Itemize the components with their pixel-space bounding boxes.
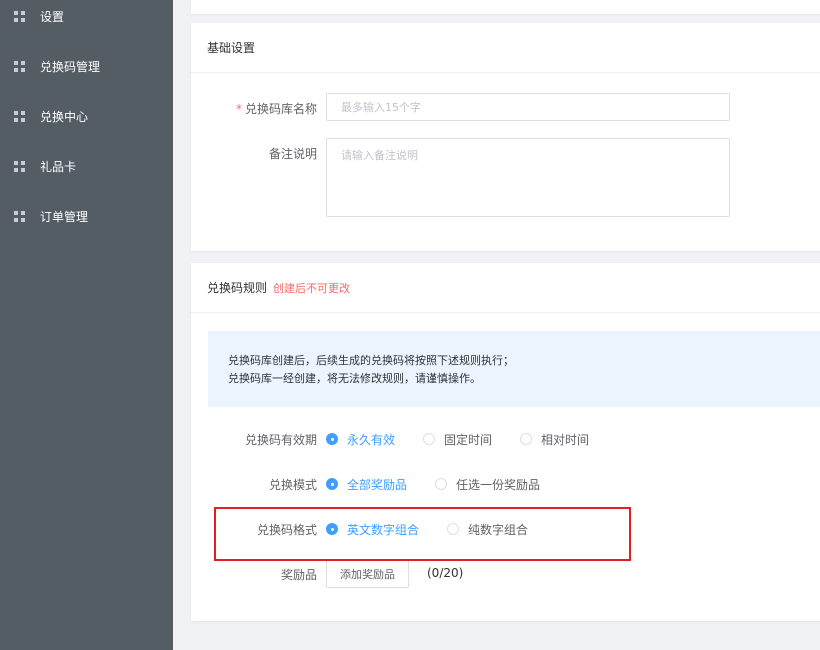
sidebar-item-redeem-center[interactable]: 兑换中心: [0, 96, 173, 136]
section-title: 基础设置: [191, 23, 820, 73]
add-reward-button[interactable]: 添加奖励品: [326, 560, 409, 588]
name-input[interactable]: 最多输入15个字: [326, 93, 730, 121]
grid-icon: [14, 110, 25, 122]
sidebar-item-code-management[interactable]: 兑换码管理: [0, 46, 173, 86]
radio-unchecked-icon: [520, 433, 533, 445]
sidebar-item-settings[interactable]: 设置: [0, 0, 173, 36]
sidebar-item-label: 设置: [40, 9, 65, 24]
reward-count: (0/20): [427, 566, 464, 580]
remark-textarea[interactable]: 请输入备注说明: [326, 138, 730, 217]
radio-relative-time[interactable]: 相对时间: [520, 431, 589, 448]
grid-icon: [14, 10, 25, 22]
radio-unchecked-icon: [435, 478, 448, 490]
radio-all-rewards[interactable]: 全部奖励品: [326, 476, 407, 493]
immutable-hint: 创建后不可更改: [273, 281, 351, 295]
radio-permanent[interactable]: 永久有效: [326, 431, 395, 448]
validity-radio-group: 永久有效 固定时间 相对时间: [326, 429, 617, 449]
top-card: [191, 0, 820, 14]
grid-icon: [14, 60, 25, 72]
required-mark: *: [235, 102, 242, 116]
radio-pick-one-reward[interactable]: 任选一份奖励品: [435, 476, 540, 493]
grid-icon: [14, 210, 25, 222]
remark-label: 备注说明: [268, 147, 317, 161]
sidebar-item-label: 兑换中心: [40, 109, 89, 124]
sidebar-item-label: 兑换码管理: [40, 59, 101, 74]
sidebar-item-gift-card[interactable]: 礼品卡: [0, 146, 173, 186]
basic-settings-card: 基础设置 * 兑换码库名称 最多输入15个字 备注说明 请输入备注说明: [191, 23, 820, 251]
sidebar: 设置 兑换码管理 兑换中心 礼品卡 订单管理: [0, 0, 173, 650]
sidebar-item-label: 订单管理: [40, 209, 89, 224]
section-title: 兑换码规则 创建后不可更改: [191, 263, 820, 313]
rewards-label: 奖励品: [280, 568, 317, 582]
highlight-annotation-box: [214, 507, 631, 561]
rules-card: 兑换码规则 创建后不可更改 兑换码库创建后，后续生成的兑换码将按照下述规则执行；…: [191, 263, 820, 621]
radio-checked-icon: [326, 478, 338, 490]
sidebar-item-orders[interactable]: 订单管理: [0, 196, 173, 236]
mode-radio-group: 全部奖励品 任选一份奖励品: [326, 474, 568, 494]
name-label: * 兑换码库名称: [235, 102, 317, 116]
radio-unchecked-icon: [423, 433, 436, 445]
sidebar-item-label: 礼品卡: [40, 159, 77, 174]
grid-icon: [14, 160, 25, 172]
rules-notice: 兑换码库创建后，后续生成的兑换码将按照下述规则执行； 兑换码库一经创建，将无法修…: [208, 331, 820, 407]
radio-checked-icon: [326, 433, 338, 445]
validity-label: 兑换码有效期: [244, 433, 317, 447]
radio-fixed-time[interactable]: 固定时间: [423, 431, 492, 448]
mode-label: 兑换模式: [268, 478, 317, 492]
